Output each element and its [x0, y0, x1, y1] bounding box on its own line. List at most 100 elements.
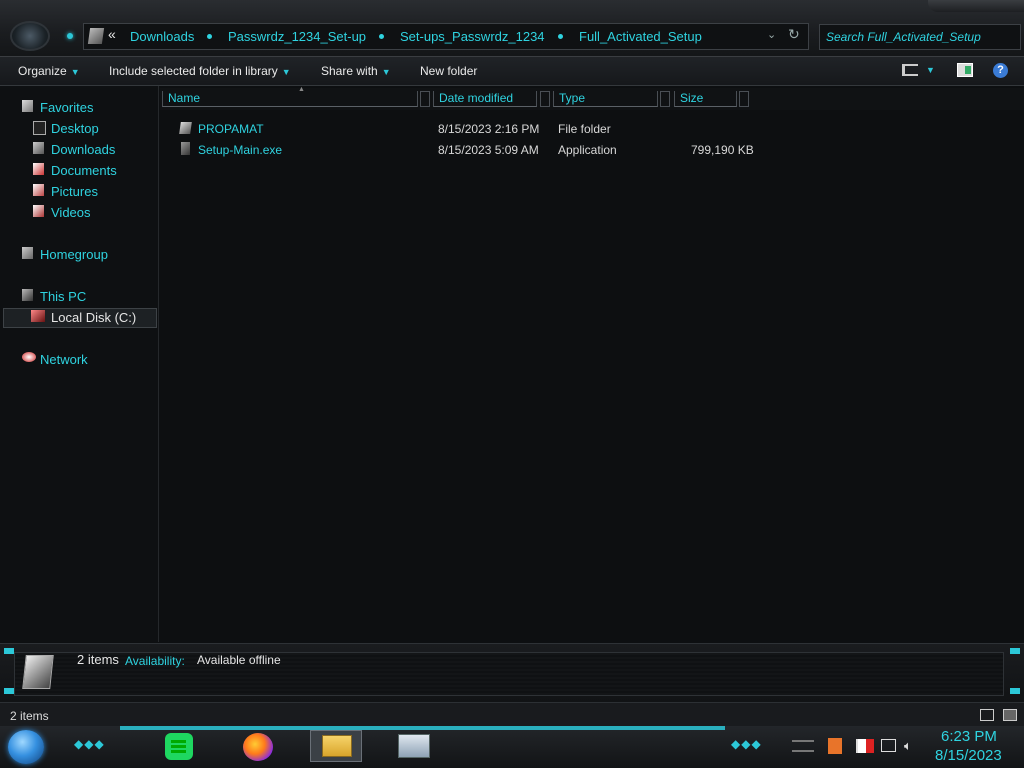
organize-label: Organize [18, 64, 67, 78]
refresh-icon[interactable]: ↻ [788, 26, 800, 43]
documents-icon [33, 163, 44, 175]
preview-pane-icon[interactable] [957, 63, 973, 77]
file-type: File folder [558, 122, 611, 136]
file-explorer-icon [322, 735, 352, 757]
flag-icon[interactable] [856, 739, 874, 753]
organize-button[interactable]: Organize ▼ [18, 64, 80, 78]
frame-corner-decoration [4, 648, 14, 654]
network-icon [22, 352, 36, 362]
this-pc-icon [22, 289, 33, 301]
clock-date[interactable]: 8/15/2023 [935, 747, 1002, 764]
column-header-name[interactable]: Name [162, 91, 418, 107]
breadcrumb-passwrdz-setup[interactable]: Passwrdz_1234_Set-up [228, 29, 366, 44]
address-dropdown-icon[interactable]: ⌄ [767, 28, 776, 41]
table-row[interactable]: Setup-Main.exe 8/15/2023 5:09 AM Applica… [160, 139, 760, 159]
taskbar-decoration: ◆◆◆ [74, 737, 105, 751]
search-input[interactable]: Search Full_Activated_Setup [819, 24, 1021, 50]
address-bar[interactable]: « Downloads Passwrdz_1234_Set-up Set-ups… [83, 23, 809, 50]
pictures-icon [33, 184, 44, 196]
column-resize-handle[interactable] [739, 91, 749, 107]
desktop-icon [33, 121, 46, 135]
notification-icon[interactable] [828, 738, 842, 754]
column-header-type[interactable]: Type [553, 91, 658, 107]
application-icon [181, 142, 190, 155]
sidebar-item-downloads[interactable]: Downloads [51, 142, 115, 157]
file-date: 8/15/2023 5:09 AM [438, 143, 539, 157]
details-item-count: 2 items [77, 652, 119, 667]
share-with-label: Share with [321, 64, 378, 78]
sort-arrow-icon: ▲ [298, 86, 305, 93]
sidebar-item-desktop[interactable]: Desktop [51, 121, 99, 136]
folder-location-icon [87, 28, 105, 44]
file-size: 799,190 KB [691, 143, 754, 157]
availability-label: Availability: [125, 654, 185, 668]
availability-value: Available offline [197, 653, 281, 667]
file-name: PROPAMAT [198, 122, 264, 136]
chevron-down-icon: ▼ [281, 67, 291, 77]
column-header-size[interactable]: Size [674, 91, 737, 107]
details-pane: 2 items Availability: Available offline [0, 643, 1024, 702]
sidebar-item-videos[interactable]: Videos [51, 205, 91, 220]
start-orb-icon[interactable] [8, 730, 44, 764]
search-placeholder: Search Full_Activated_Setup [826, 30, 981, 44]
new-folder-button[interactable]: New folder [420, 64, 477, 78]
include-in-library-button[interactable]: Include selected folder in library ▼ [109, 64, 291, 78]
sidebar-item-network[interactable]: Network [40, 352, 88, 367]
clock-time[interactable]: 6:23 PM [941, 728, 997, 745]
local-disk-icon [31, 310, 45, 322]
chevron-down-icon: ▼ [381, 67, 391, 77]
breadcrumb-separator-icon[interactable] [558, 34, 563, 39]
column-header-date-modified[interactable]: Date modified [433, 91, 537, 107]
firefox-icon [243, 733, 273, 761]
folder-icon [179, 122, 192, 134]
favorites-star-icon [22, 100, 33, 112]
share-with-button[interactable]: Share with ▼ [321, 64, 391, 78]
column-resize-handle[interactable] [660, 91, 670, 107]
file-type: Application [558, 143, 617, 157]
show-hidden-icons-icon[interactable] [792, 740, 814, 752]
column-resize-handle[interactable] [540, 91, 550, 107]
network-icon[interactable] [881, 739, 896, 752]
taskbar-decoration: ◆◆◆ [731, 737, 762, 751]
large-icons-view-icon[interactable] [1003, 709, 1017, 721]
breadcrumb-setups-passwrdz[interactable]: Set-ups_Passwrdz_1234 [400, 29, 545, 44]
details-view-icon[interactable] [980, 709, 994, 721]
column-header-bar: Name Date modified Type Size [160, 88, 1024, 110]
homegroup-icon [22, 247, 33, 259]
table-row[interactable]: PROPAMAT 8/15/2023 2:16 PM File folder [160, 118, 760, 138]
breadcrumb-downloads[interactable]: Downloads [130, 29, 194, 44]
back-forward-icon[interactable] [10, 21, 50, 51]
sidebar-item-homegroup[interactable]: Homegroup [40, 247, 108, 262]
breadcrumb-separator-icon[interactable] [379, 34, 384, 39]
frame-corner-decoration [1010, 648, 1020, 654]
file-date: 8/15/2023 2:16 PM [438, 122, 540, 136]
breadcrumb-full-activated-setup[interactable]: Full_Activated_Setup [579, 29, 702, 44]
sidebar-item-favorites[interactable]: Favorites [40, 100, 93, 115]
sidebar-item-local-disk[interactable]: Local Disk (C:) [51, 310, 136, 325]
recent-locations-icon[interactable] [67, 33, 73, 39]
window-decoration [928, 0, 1024, 12]
volume-icon[interactable]: 🔈︎ [904, 738, 912, 754]
overflow-chevron-icon[interactable]: « [108, 26, 116, 42]
new-folder-label: New folder [420, 64, 478, 78]
status-bar: 2 items [0, 702, 1024, 727]
navigation-pane: Favorites Desktop Downloads Documents Pi… [0, 86, 159, 642]
downloads-icon [33, 142, 44, 154]
include-library-label: Include selected folder in library [109, 64, 278, 78]
sidebar-item-documents[interactable]: Documents [51, 163, 117, 178]
breadcrumb-separator-icon[interactable] [207, 34, 212, 39]
column-resize-handle[interactable] [420, 91, 430, 107]
file-name: Setup-Main.exe [198, 143, 283, 157]
sidebar-item-this-pc[interactable]: This PC [40, 289, 86, 304]
help-icon[interactable]: ? [993, 63, 1008, 78]
folder-thumbnail-icon [22, 655, 54, 689]
change-view-icon[interactable] [902, 64, 918, 76]
chevron-down-icon[interactable]: ▼ [926, 65, 935, 75]
frame-corner-decoration [4, 688, 14, 694]
command-bar: Organize ▼ Include selected folder in lib… [0, 57, 1024, 86]
performance-monitor-icon [398, 734, 430, 758]
sidebar-item-pictures[interactable]: Pictures [51, 184, 98, 199]
frame-corner-decoration [1010, 688, 1020, 694]
videos-icon [33, 205, 44, 217]
spotify-icon [165, 733, 193, 760]
